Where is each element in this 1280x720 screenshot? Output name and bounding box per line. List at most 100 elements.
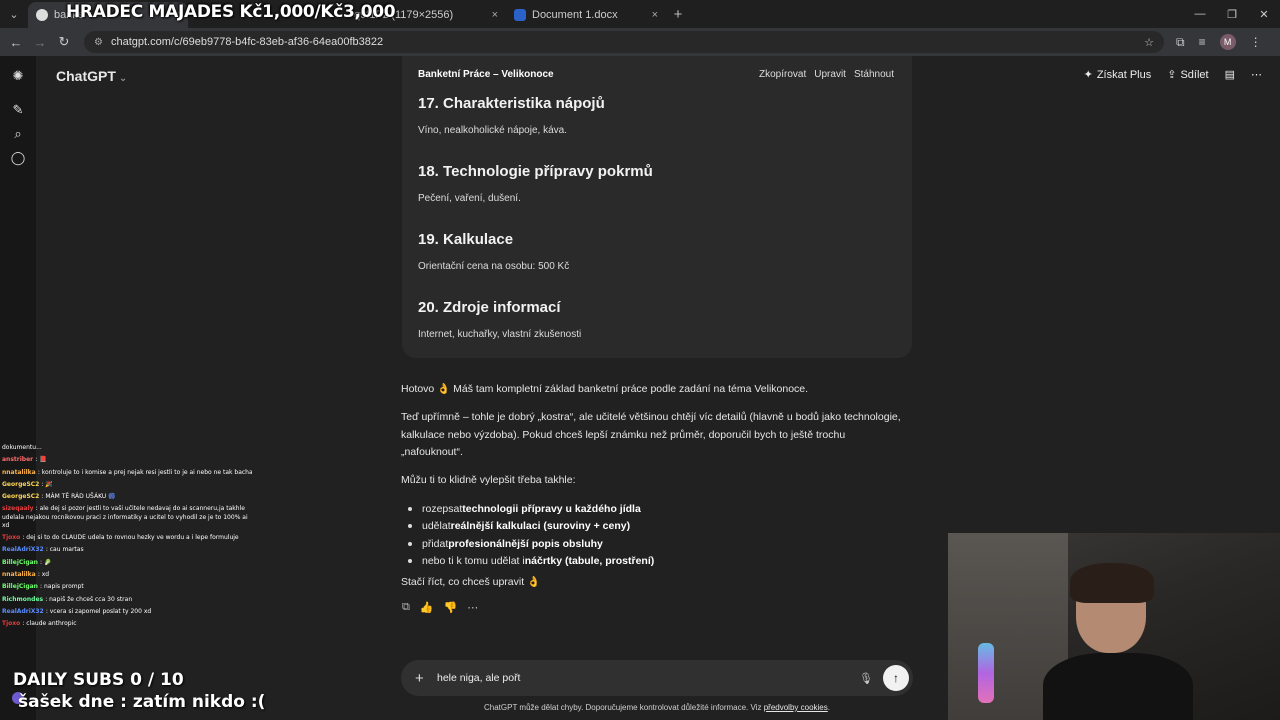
plus-icon[interactable]: + bbox=[415, 670, 435, 687]
share-icon: ⇪ bbox=[1167, 69, 1177, 81]
section-text: Víno, nealkoholické nápoje, káva. bbox=[418, 125, 567, 136]
copy-icon[interactable]: ⧉ bbox=[402, 601, 410, 614]
bullet-dot bbox=[408, 541, 412, 546]
tab-document[interactable]: Document 1.docx × bbox=[506, 2, 666, 28]
composer[interactable]: + hele niga, ale pořt 🎙 ↑ bbox=[401, 660, 913, 696]
get-plus-label: Získat Plus bbox=[1096, 68, 1152, 81]
copy-button[interactable]: Zkopírovat bbox=[759, 69, 806, 80]
chat-text: : 📕 bbox=[35, 456, 47, 464]
chat-text: : vcera si zapomel poslat ty 200 xd bbox=[45, 607, 152, 615]
chats-icon[interactable]: ◯ bbox=[10, 150, 26, 166]
chat-text: : 🥬 bbox=[40, 558, 52, 566]
chat-message: Tjoxo : dej si to do CLAUDE udela to rov… bbox=[2, 532, 252, 544]
chat-text: : kontroluje to i komise a prej nejak re… bbox=[37, 468, 252, 476]
chat-message: GeorgeSC2 : MÁM TĚ RÁD UŠÁKU 🎆 bbox=[2, 491, 252, 503]
chat-username: RealAdriX32 bbox=[2, 607, 46, 615]
section-text: Internet, kuchařky, vlastní zkušenosti bbox=[418, 329, 582, 340]
section-heading: 19. Kalkulace bbox=[418, 231, 514, 248]
new-chat-icon[interactable]: ✎ bbox=[10, 102, 26, 118]
share-label: Sdílet bbox=[1180, 68, 1209, 81]
forward-icon[interactable]: → bbox=[28, 35, 52, 50]
extensions-icon[interactable]: ⧉ bbox=[1176, 35, 1185, 50]
search-icon[interactable]: ⌕ bbox=[10, 126, 26, 142]
chat-text: : 🎉 bbox=[41, 480, 53, 488]
chat-username: GeorgeSC2 bbox=[2, 480, 42, 488]
list-item-bold: profesionálnější popis obsluhy bbox=[448, 537, 603, 550]
section-heading: 20. Zdroje informací bbox=[418, 299, 561, 316]
chat-text: : dej si to do CLAUDE udela to rovnou he… bbox=[22, 534, 239, 542]
chat-message: Richmondes : napiš že chceš cca 30 stran bbox=[2, 594, 252, 606]
daily-subs-counter: DAILY SUBS 0 / 10 bbox=[13, 670, 184, 690]
chat-text: : napiš že chceš cca 30 stran bbox=[45, 595, 133, 603]
profile-avatar[interactable]: M bbox=[1219, 34, 1236, 50]
close-window-icon[interactable]: ✕ bbox=[1248, 0, 1280, 28]
streamer-body bbox=[1043, 653, 1193, 720]
stream-chat-overlay: dokumentu... anstriber : 📕 nnatalilka : ko… bbox=[2, 442, 252, 630]
disclaimer-end: . bbox=[827, 703, 830, 712]
chat-message: RealAdriX32 : cau martas bbox=[2, 544, 252, 556]
chevron-down-icon: ⌄ bbox=[118, 73, 128, 84]
download-button[interactable]: Stáhnout bbox=[854, 69, 894, 80]
thumbs-up-icon[interactable]: 👍 bbox=[420, 601, 434, 614]
list-item-bold: náčrtky (tabule, prostření) bbox=[524, 555, 655, 568]
disclaimer-text: ChatGPT může dělat chyby. Doporučujeme k… bbox=[484, 703, 764, 712]
reload-icon[interactable]: ↻ bbox=[52, 34, 76, 50]
chat-text: : ale dej si pozor jestli to vaši učitel… bbox=[2, 505, 248, 529]
bullet-dot bbox=[408, 559, 412, 564]
edit-button[interactable]: Upravit bbox=[814, 69, 846, 80]
more-actions-icon[interactable]: ⋯ bbox=[467, 601, 478, 614]
model-selector[interactable]: ChatGPT ⌄ bbox=[56, 68, 127, 84]
cookie-preferences-link[interactable]: předvolby cookies bbox=[764, 703, 828, 712]
bullet-dot bbox=[408, 524, 412, 529]
restore-icon[interactable]: ❐ bbox=[1216, 0, 1248, 28]
message-line: Teď upřímně – tohle je dobrý „kostra“, a… bbox=[401, 411, 901, 423]
back-icon[interactable]: ← bbox=[4, 35, 28, 50]
chat-message: sizeqaaly : ale dej si pozor jestli to v… bbox=[2, 503, 252, 532]
canvas-title: Banketní Práce – Velikonoce bbox=[418, 69, 554, 80]
chat-text: : MÁM TĚ RÁD UŠÁKU 🎆 bbox=[41, 493, 116, 501]
sparkle-icon: ✦ bbox=[1083, 69, 1093, 81]
message-actions: ⧉ 👍 👎 ⋯ bbox=[402, 601, 478, 614]
chat-text: dokumentu... bbox=[2, 444, 42, 451]
chat-username: BillejCigan bbox=[2, 558, 41, 566]
canvas-toggle-icon[interactable]: ▤ bbox=[1225, 68, 1235, 81]
new-tab-button[interactable]: + bbox=[666, 6, 690, 23]
list-item: rozepsat technologii přípravy u každého … bbox=[408, 500, 908, 518]
close-icon[interactable]: × bbox=[652, 9, 658, 21]
openai-logo-icon[interactable]: ✺ bbox=[10, 68, 26, 84]
stream-overlay-title: HRADEC MAJADES Kč1,000/Kč3,000 bbox=[66, 2, 396, 22]
extension-area: ⧉ ≡ M ⋮ bbox=[1176, 34, 1262, 50]
message-line: kalkulace nebo výzdoba). Pokud chceš lep… bbox=[401, 428, 846, 441]
canvas-document-card: Banketní Práce – Velikonoce Zkopírovat U… bbox=[402, 56, 912, 358]
chat-message: nnatalilka : kontroluje to i komise a pr… bbox=[2, 467, 252, 479]
close-icon[interactable]: × bbox=[492, 9, 498, 21]
chat-username: Tjoxo bbox=[2, 534, 23, 542]
list-item-bold: reálnější kalkulaci (suroviny + ceny) bbox=[450, 520, 631, 533]
menu-dots-icon[interactable]: ⋮ bbox=[1250, 35, 1262, 49]
chat-message: GeorgeSC2 : 🎉 bbox=[2, 479, 252, 491]
url-field[interactable]: ⚙ chatgpt.com/c/69eb9778-b4fc-83eb-af36-… bbox=[84, 31, 1164, 53]
chat-message: dokumentu... bbox=[2, 442, 252, 454]
reading-list-icon[interactable]: ≡ bbox=[1199, 35, 1206, 49]
microphone-icon[interactable]: 🎙 bbox=[859, 672, 873, 685]
share-button[interactable]: ⇪ Sdílet bbox=[1167, 68, 1209, 82]
message-paragraph: Teď upřímně – tohle je dobrý „kostra“, a… bbox=[401, 409, 913, 462]
minimize-icon[interactable]: — bbox=[1184, 0, 1216, 28]
chat-username: Tjoxo bbox=[2, 620, 23, 628]
chat-username: nnatalilka bbox=[2, 570, 38, 578]
more-options-icon[interactable]: ⋯ bbox=[1251, 68, 1262, 81]
tab-label: Document 1.docx bbox=[532, 9, 618, 21]
tab-search-chevron-icon[interactable]: ⌄ bbox=[0, 0, 28, 28]
chat-text: : cau martas bbox=[45, 546, 84, 554]
send-button[interactable]: ↑ bbox=[883, 665, 909, 691]
bookmark-star-icon[interactable]: ☆ bbox=[1144, 36, 1154, 49]
prompt-input[interactable]: hele niga, ale pořt bbox=[437, 672, 859, 684]
chat-text: : napis prompt bbox=[40, 583, 84, 591]
site-info-icon[interactable]: ⚙ bbox=[94, 37, 103, 48]
section-text: Orientační cena na osobu: 500 Kč bbox=[418, 261, 570, 272]
chat-username: Richmondes bbox=[2, 595, 46, 603]
chat-username: GeorgeSC2 bbox=[2, 493, 42, 501]
thumbs-down-icon[interactable]: 👎 bbox=[444, 601, 458, 614]
message-paragraph: Hotovo 👌 Máš tam kompletní základ banket… bbox=[401, 383, 809, 395]
get-plus-button[interactable]: ✦ Získat Plus bbox=[1083, 68, 1152, 82]
